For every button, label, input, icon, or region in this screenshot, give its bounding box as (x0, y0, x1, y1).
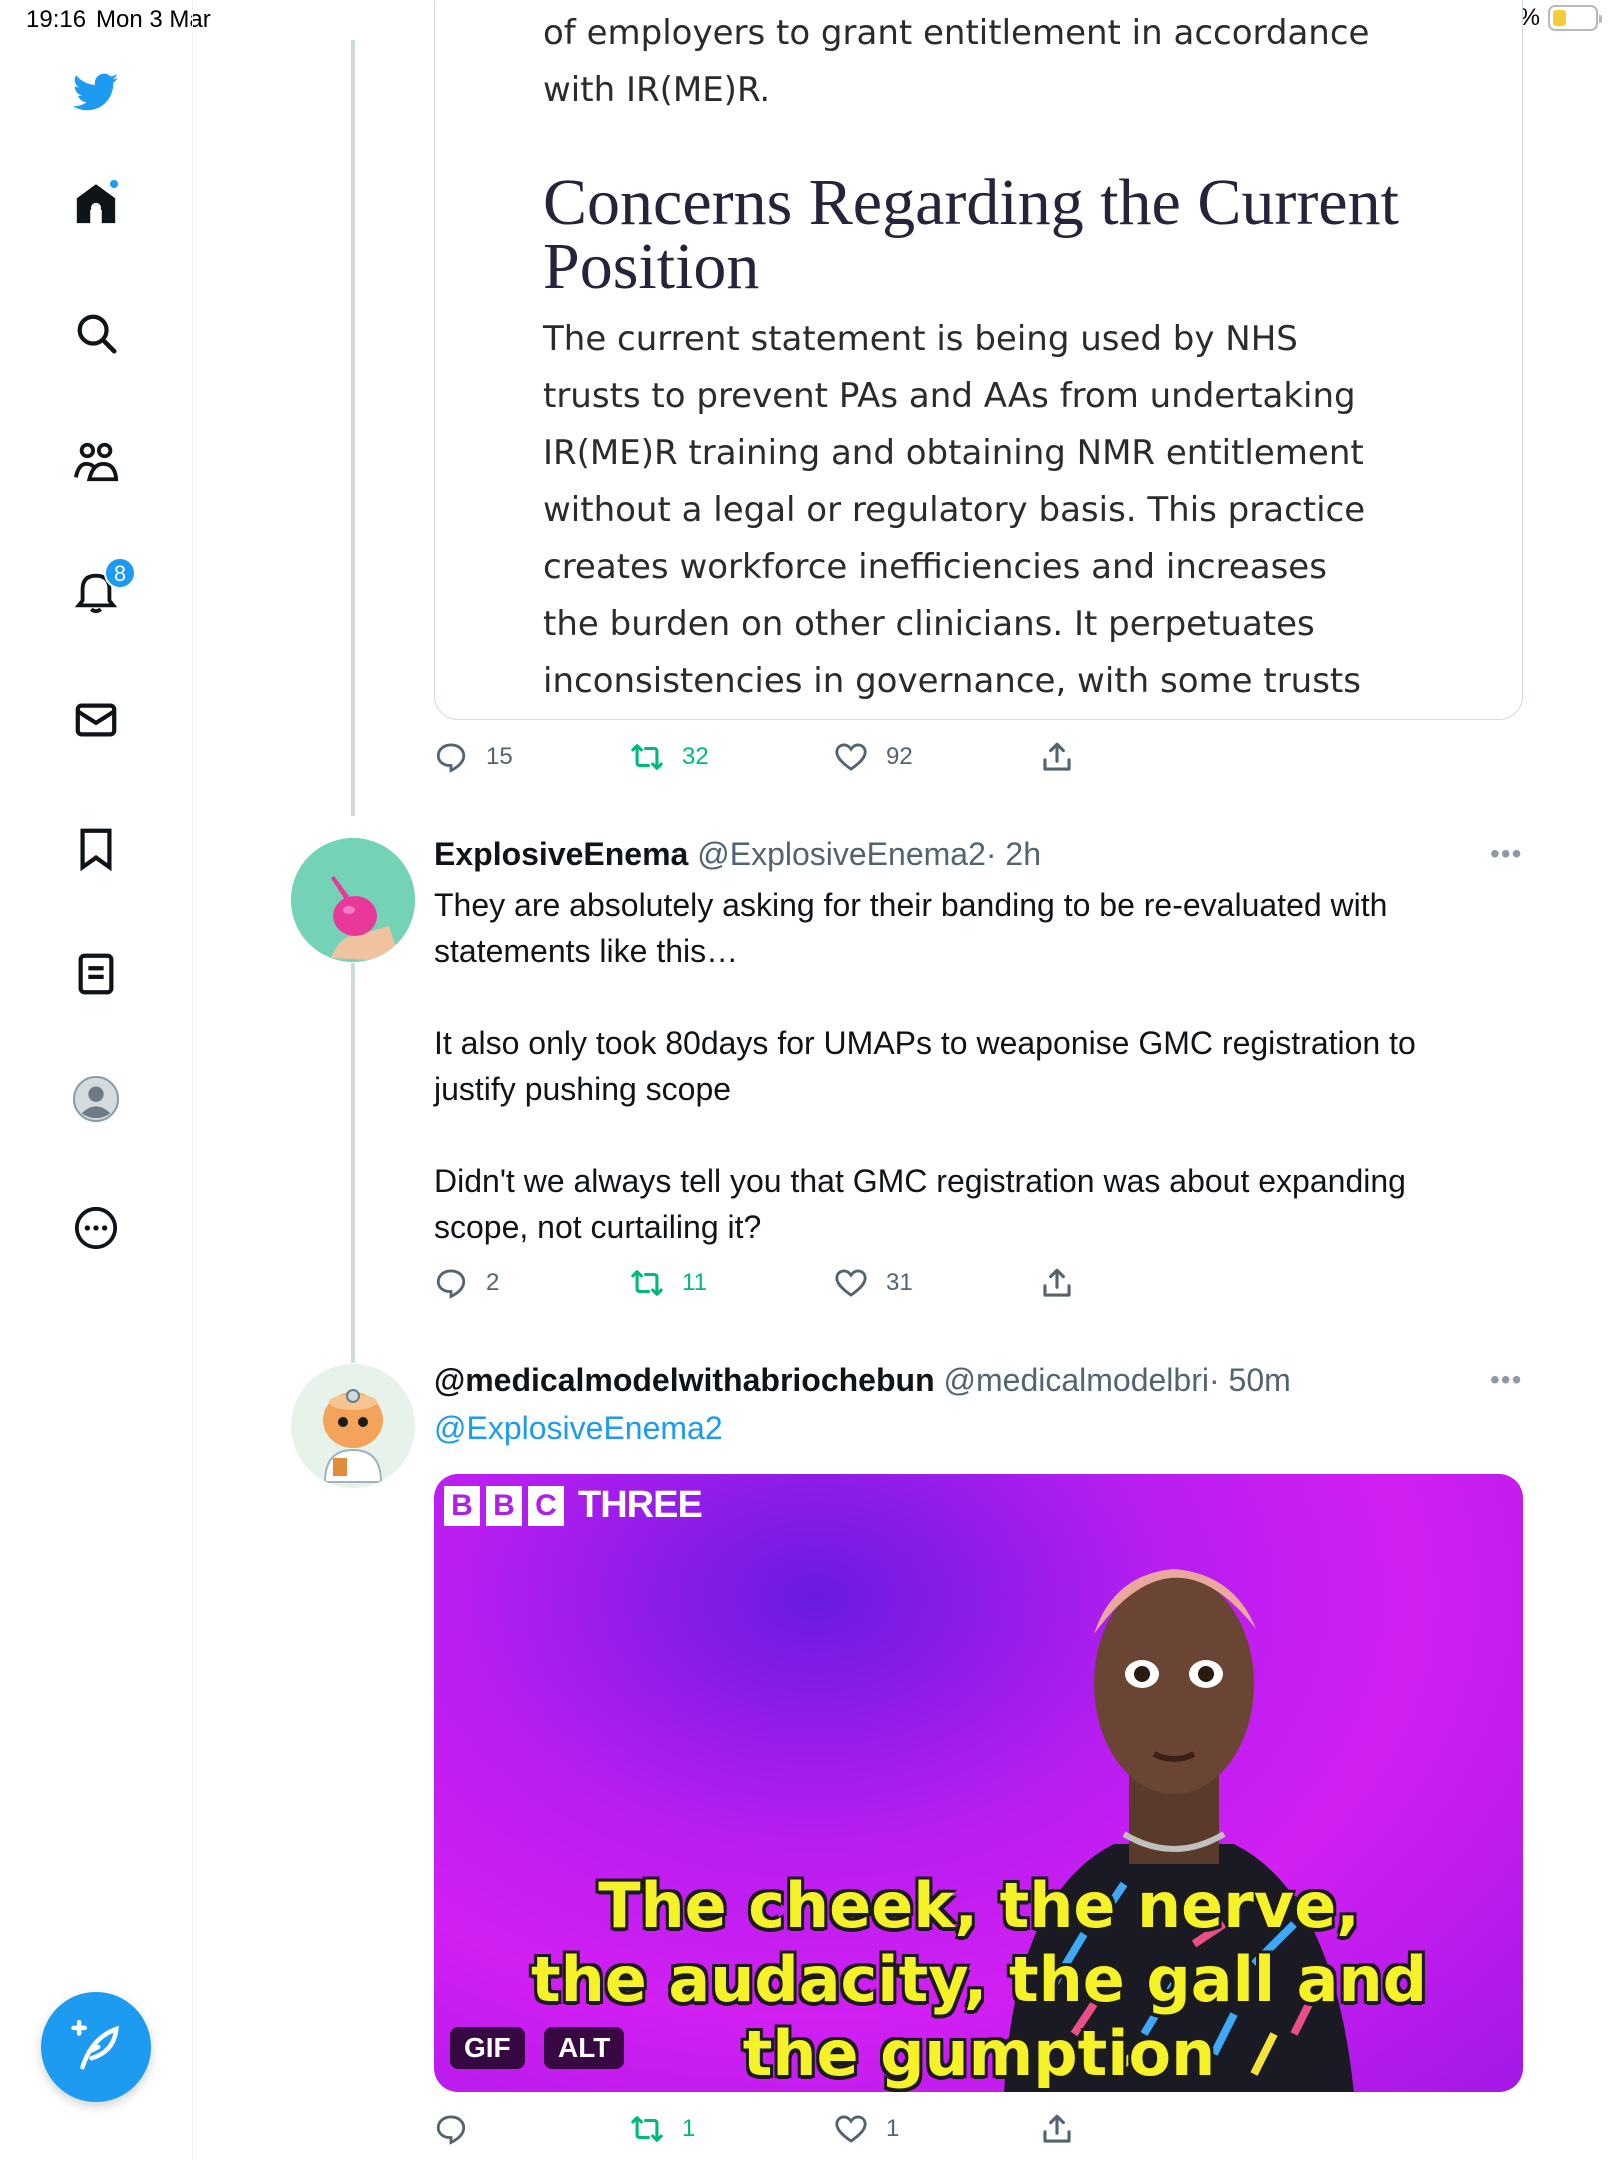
more-options-icon[interactable]: ••• (1490, 1364, 1522, 1396)
retweet-button[interactable]: 1 (630, 2112, 695, 2146)
gif-badge: GIF (450, 2027, 525, 2069)
reply-mention-link[interactable]: @ExplosiveEnema2 (434, 1410, 723, 1447)
sidebar: 8 (0, 0, 193, 2160)
doc-text-line: IR(ME)R training and obtaining NMR entit… (543, 433, 1364, 473)
tweet-header: @medicalmodelwithabriochebun @medicalmod… (434, 1362, 1291, 1399)
share-button[interactable] (1040, 2112, 1074, 2146)
heart-icon (835, 2115, 867, 2143)
doc-text-line: with IR(ME)R. (543, 70, 771, 110)
tweet-image-document[interactable]: of employers to grant entitlement in acc… (434, 0, 1523, 720)
logo-letter: B (444, 1485, 480, 1526)
doc-text-line: trusts to prevent PAs and AAs from under… (543, 376, 1356, 416)
reply-icon (436, 2115, 466, 2145)
reply-count: 2 (486, 1269, 500, 1296)
doc-text-line: creates workforce inefficiencies and inc… (543, 547, 1327, 587)
share-button[interactable] (1040, 1266, 1074, 1300)
like-count: 92 (886, 743, 913, 770)
doc-text-line: the burden on other clinicians. It perpe… (543, 604, 1315, 644)
more-circle-icon[interactable] (66, 1198, 126, 1258)
like-count: 31 (886, 1269, 913, 1296)
tweet-time[interactable]: · 50m (1209, 1362, 1291, 1398)
doc-text-line: inconsistencies in governance, with some… (543, 661, 1361, 701)
share-icon (1043, 1268, 1071, 1297)
retweet-button[interactable]: 11 (630, 1266, 707, 1300)
author-handle[interactable]: @ExplosiveEnema2 (697, 836, 986, 872)
doc-text-line: The current statement is being used by N… (543, 319, 1298, 359)
home-unread-dot (108, 178, 120, 190)
home-icon[interactable] (66, 174, 126, 234)
heart-icon (835, 743, 867, 771)
like-count: 1 (886, 2115, 900, 2142)
doc-heading: Concerns Regarding the Current Position (543, 166, 1399, 303)
doc-text-line: of employers to grant entitlement in acc… (543, 13, 1370, 53)
author-handle[interactable]: @medicalmodelbri (944, 1362, 1209, 1398)
more-options-icon[interactable]: ••• (1490, 838, 1522, 870)
profile-avatar-icon[interactable] (66, 1069, 126, 1129)
lists-icon[interactable] (66, 944, 126, 1004)
caption-line: the audacity, the gall and (530, 1943, 1428, 2016)
retweet-count: 1 (682, 2115, 696, 2142)
tweet-actions: 2 11 31 (434, 1266, 1134, 1306)
logo-letter: B (486, 1485, 522, 1526)
retweet-button[interactable]: 32 (630, 740, 709, 774)
communities-icon[interactable] (66, 432, 126, 492)
notifications-bell-icon[interactable]: 8 (66, 557, 136, 621)
tweet-text: They are absolutely asking for their ban… (434, 887, 1416, 1245)
gif-media[interactable]: B B C THREE The cheek, the nerve, the au… (434, 1474, 1523, 2092)
caption-line: the gumption (742, 2017, 1216, 2090)
bookmark-icon[interactable] (66, 819, 126, 879)
heart-icon (835, 1269, 867, 1297)
thread-line (351, 40, 355, 816)
alt-text-button[interactable]: ALT (544, 2027, 625, 2069)
retweet-icon (631, 2116, 663, 2142)
share-button[interactable] (1040, 740, 1074, 774)
like-button[interactable]: 31 (834, 1266, 913, 1300)
reply-button[interactable] (434, 2112, 486, 2146)
retweet-icon (631, 744, 663, 770)
avatar[interactable] (291, 838, 415, 962)
doc-text-line: without a legal or regulatory basis. Thi… (543, 490, 1366, 530)
mail-icon[interactable] (66, 690, 126, 750)
gif-caption: The cheek, the nerve, the audacity, the … (474, 1869, 1484, 2091)
battery-fill (1553, 10, 1567, 26)
thread-line (351, 963, 355, 1363)
reply-button[interactable]: 15 (434, 740, 513, 774)
reply-icon (436, 1269, 466, 1299)
bbc-three-logo: B B C THREE (444, 1484, 703, 1527)
caption-line: The cheek, the nerve, (598, 1869, 1360, 1942)
logo-word: THREE (578, 1484, 703, 1526)
retweet-count: 11 (682, 1269, 707, 1296)
retweet-count: 32 (682, 743, 709, 770)
notifications-badge: 8 (104, 557, 136, 589)
logo-letter: C (528, 1485, 564, 1526)
author-name[interactable]: ExplosiveEnema (434, 836, 688, 872)
retweet-icon (631, 1270, 663, 1296)
battery-icon (1548, 5, 1602, 31)
like-button[interactable]: 92 (834, 740, 913, 774)
author-name[interactable]: @medicalmodelwithabriochebun (434, 1362, 935, 1398)
compose-tweet-button[interactable] (41, 1992, 151, 2102)
reply-count: 15 (486, 743, 513, 770)
like-button[interactable]: 1 (834, 2112, 899, 2146)
tweet-actions: 15 32 92 (434, 740, 1134, 780)
tweet-time[interactable]: · 2h (986, 836, 1041, 872)
reply-icon (436, 743, 466, 773)
search-icon[interactable] (66, 303, 126, 363)
share-icon (1043, 742, 1071, 771)
avatar[interactable] (291, 1364, 415, 1488)
share-icon (1043, 2114, 1071, 2143)
twitter-logo-icon[interactable] (66, 62, 126, 122)
compose-feather-icon (71, 2020, 119, 2070)
reply-button[interactable]: 2 (434, 1266, 499, 1300)
tweet-actions: 1 1 (434, 2112, 1134, 2152)
tweet-header: ExplosiveEnema @ExplosiveEnema2· 2h (434, 836, 1041, 873)
